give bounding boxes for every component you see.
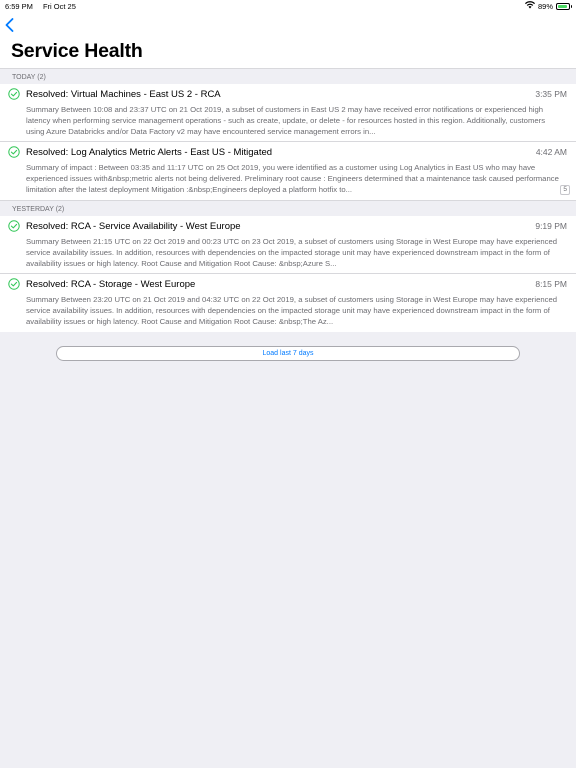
incident-title: Resolved: Log Analytics Metric Alerts - … [26, 147, 273, 158]
status-time: 6:59 PM [5, 1, 33, 11]
header: 6:59 PM Fri Oct 25 89% Service Health [0, 0, 576, 68]
incident-summary: Summary Between 23:20 UTC on 21 Oct 2019… [26, 295, 558, 326]
check-circle-icon [8, 278, 20, 290]
incident-row[interactable]: Resolved: Virtual Machines - East US 2 -… [0, 84, 576, 142]
incident-time: 8:15 PM [535, 279, 567, 289]
status-bar: 6:59 PM Fri Oct 25 89% [0, 0, 576, 12]
incident-row[interactable]: Resolved: Log Analytics Metric Alerts - … [0, 142, 576, 200]
comment-count-badge: 5 [560, 185, 570, 195]
check-circle-icon [8, 88, 20, 100]
check-circle-icon [8, 146, 20, 158]
wifi-icon [524, 1, 535, 11]
battery-level [558, 4, 567, 8]
incident-summary: Summary of impact : Between 03:35 and 11… [26, 163, 559, 194]
back-button[interactable] [5, 16, 19, 34]
check-circle-icon [8, 220, 20, 232]
incident-title: Resolved: RCA - Service Availability - W… [26, 221, 241, 232]
incident-row[interactable]: Resolved: RCA - Storage - West Europe 8:1… [0, 274, 576, 332]
incident-time: 9:19 PM [535, 221, 567, 231]
incident-time: 4:42 AM [535, 147, 567, 157]
incident-row[interactable]: Resolved: RCA - Service Availability - W… [0, 216, 576, 274]
status-date: Fri Oct 25 [42, 1, 76, 11]
incident-summary: Summary Between 21:15 UTC on 22 Oct 2019… [26, 237, 558, 268]
section-list: Resolved: RCA - Service Availability - W… [0, 216, 576, 332]
battery-percent: 89% [537, 1, 553, 11]
incident-title: Resolved: Virtual Machines - East US 2 -… [26, 89, 221, 100]
incident-time: 3:35 PM [535, 89, 567, 99]
section-header: YESTERDAY (2) [0, 200, 576, 216]
incident-list: TODAY (2) Resolved: Virtual Machines - Ea… [0, 68, 576, 332]
battery-icon [556, 2, 572, 10]
incident-summary: Summary Between 10:08 and 23:37 UTC on 2… [26, 105, 546, 136]
section-header: TODAY (2) [0, 68, 576, 84]
load-last-7-days-button[interactable]: Load last 7 days [56, 346, 520, 361]
chevron-left-icon [5, 18, 14, 32]
page-title: Service Health [11, 40, 143, 62]
section-list: Resolved: Virtual Machines - East US 2 -… [0, 84, 576, 200]
incident-title: Resolved: RCA - Storage - West Europe [26, 279, 196, 290]
